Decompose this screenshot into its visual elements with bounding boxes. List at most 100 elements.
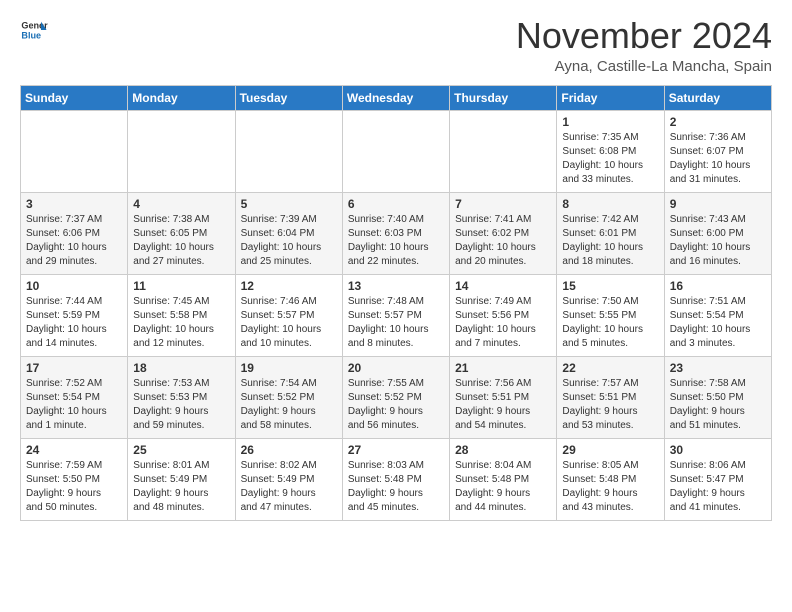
weekday-header-tuesday: Tuesday (235, 85, 342, 110)
calendar-cell: 21 Sunrise: 7:56 AM Sunset: 5:51 PM Dayli… (450, 356, 557, 438)
day-info: Sunrise: 8:02 AM Sunset: 5:49 PM Dayligh… (241, 459, 337, 515)
day-info: Sunrise: 7:48 AM Sunset: 5:57 PM Dayligh… (348, 295, 444, 351)
day-number: 21 (455, 361, 551, 375)
weekday-header-monday: Monday (128, 85, 235, 110)
day-number: 20 (348, 361, 444, 375)
day-number: 17 (26, 361, 122, 375)
day-number: 26 (241, 443, 337, 457)
day-info: Sunrise: 7:53 AM Sunset: 5:53 PM Dayligh… (133, 377, 229, 433)
calendar-cell: 5 Sunrise: 7:39 AM Sunset: 6:04 PM Daylig… (235, 192, 342, 274)
day-number: 2 (670, 115, 766, 129)
day-info: Sunrise: 7:37 AM Sunset: 6:06 PM Dayligh… (26, 213, 122, 269)
day-number: 19 (241, 361, 337, 375)
calendar-cell (128, 110, 235, 192)
day-info: Sunrise: 8:03 AM Sunset: 5:48 PM Dayligh… (348, 459, 444, 515)
calendar-cell: 15Sunrise: 7:50 AM Sunset: 5:55 PM Dayli… (557, 274, 664, 356)
month-title: November 2024 (516, 16, 772, 56)
day-info: Sunrise: 7:50 AM Sunset: 5:55 PM Dayligh… (562, 295, 658, 351)
calendar-cell (450, 110, 557, 192)
day-number: 16 (670, 279, 766, 293)
calendar-cell: 11 Sunrise: 7:45 AM Sunset: 5:58 PM Dayli… (128, 274, 235, 356)
day-info: Sunrise: 7:35 AM Sunset: 6:08 PM Dayligh… (562, 131, 658, 187)
calendar-cell: 6 Sunrise: 7:40 AM Sunset: 6:03 PM Daylig… (342, 192, 449, 274)
day-number: 18 (133, 361, 229, 375)
day-info: Sunrise: 7:42 AM Sunset: 6:01 PM Dayligh… (562, 213, 658, 269)
day-number: 27 (348, 443, 444, 457)
day-info: Sunrise: 8:05 AM Sunset: 5:48 PM Dayligh… (562, 459, 658, 515)
day-info: Sunrise: 7:52 AM Sunset: 5:54 PM Dayligh… (26, 377, 122, 433)
day-info: Sunrise: 7:38 AM Sunset: 6:05 PM Dayligh… (133, 213, 229, 269)
calendar-cell: 12 Sunrise: 7:46 AM Sunset: 5:57 PM Dayli… (235, 274, 342, 356)
day-info: Sunrise: 7:58 AM Sunset: 5:50 PM Dayligh… (670, 377, 766, 433)
day-info: Sunrise: 7:40 AM Sunset: 6:03 PM Dayligh… (348, 213, 444, 269)
weekday-header-wednesday: Wednesday (342, 85, 449, 110)
page-container: General Blue November 2024 Ayna, Castill… (0, 0, 792, 531)
day-info: Sunrise: 7:49 AM Sunset: 5:56 PM Dayligh… (455, 295, 551, 351)
day-number: 5 (241, 197, 337, 211)
day-info: Sunrise: 7:59 AM Sunset: 5:50 PM Dayligh… (26, 459, 122, 515)
day-number: 28 (455, 443, 551, 457)
calendar-cell: 29Sunrise: 8:05 AM Sunset: 5:48 PM Dayli… (557, 438, 664, 520)
day-info: Sunrise: 8:06 AM Sunset: 5:47 PM Dayligh… (670, 459, 766, 515)
svg-text:Blue: Blue (21, 30, 41, 40)
calendar-week-row: 3 Sunrise: 7:37 AM Sunset: 6:06 PM Daylig… (21, 192, 772, 274)
logo-icon: General Blue (20, 16, 48, 44)
calendar-cell: 20 Sunrise: 7:55 AM Sunset: 5:52 PM Dayli… (342, 356, 449, 438)
calendar-cell (21, 110, 128, 192)
day-info: Sunrise: 7:45 AM Sunset: 5:58 PM Dayligh… (133, 295, 229, 351)
day-info: Sunrise: 7:39 AM Sunset: 6:04 PM Dayligh… (241, 213, 337, 269)
day-info: Sunrise: 7:54 AM Sunset: 5:52 PM Dayligh… (241, 377, 337, 433)
calendar-week-row: 10 Sunrise: 7:44 AM Sunset: 5:59 PM Dayli… (21, 274, 772, 356)
calendar-cell: 7Sunrise: 7:41 AM Sunset: 6:02 PM Daylig… (450, 192, 557, 274)
day-number: 24 (26, 443, 122, 457)
day-number: 8 (562, 197, 658, 211)
calendar-cell: 28 Sunrise: 8:04 AM Sunset: 5:48 PM Dayli… (450, 438, 557, 520)
calendar-cell: 10 Sunrise: 7:44 AM Sunset: 5:59 PM Dayli… (21, 274, 128, 356)
day-info: Sunrise: 7:44 AM Sunset: 5:59 PM Dayligh… (26, 295, 122, 351)
calendar-cell: 25 Sunrise: 8:01 AM Sunset: 5:49 PM Dayli… (128, 438, 235, 520)
day-info: Sunrise: 7:43 AM Sunset: 6:00 PM Dayligh… (670, 213, 766, 269)
weekday-header-thursday: Thursday (450, 85, 557, 110)
day-number: 12 (241, 279, 337, 293)
calendar-cell: 23Sunrise: 7:58 AM Sunset: 5:50 PM Dayli… (664, 356, 771, 438)
calendar-cell: 22 Sunrise: 7:57 AM Sunset: 5:51 PM Dayli… (557, 356, 664, 438)
calendar-header-row: SundayMondayTuesdayWednesdayThursdayFrid… (21, 85, 772, 110)
day-info: Sunrise: 7:41 AM Sunset: 6:02 PM Dayligh… (455, 213, 551, 269)
calendar-cell: 27 Sunrise: 8:03 AM Sunset: 5:48 PM Dayli… (342, 438, 449, 520)
day-number: 11 (133, 279, 229, 293)
logo: General Blue (20, 16, 48, 44)
weekday-header-saturday: Saturday (664, 85, 771, 110)
calendar-cell: 24 Sunrise: 7:59 AM Sunset: 5:50 PM Dayli… (21, 438, 128, 520)
calendar-cell: 14 Sunrise: 7:49 AM Sunset: 5:56 PM Dayli… (450, 274, 557, 356)
calendar-cell: 4Sunrise: 7:38 AM Sunset: 6:05 PM Daylig… (128, 192, 235, 274)
calendar-week-row: 17 Sunrise: 7:52 AM Sunset: 5:54 PM Dayli… (21, 356, 772, 438)
header: General Blue November 2024 Ayna, Castill… (20, 16, 772, 75)
calendar-week-row: 1 Sunrise: 7:35 AM Sunset: 6:08 PM Daylig… (21, 110, 772, 192)
day-number: 30 (670, 443, 766, 457)
day-number: 6 (348, 197, 444, 211)
calendar-cell: 18 Sunrise: 7:53 AM Sunset: 5:53 PM Dayli… (128, 356, 235, 438)
calendar-cell: 26 Sunrise: 8:02 AM Sunset: 5:49 PM Dayli… (235, 438, 342, 520)
calendar-cell (235, 110, 342, 192)
weekday-header-friday: Friday (557, 85, 664, 110)
day-info: Sunrise: 7:55 AM Sunset: 5:52 PM Dayligh… (348, 377, 444, 433)
day-info: Sunrise: 7:46 AM Sunset: 5:57 PM Dayligh… (241, 295, 337, 351)
day-info: Sunrise: 7:57 AM Sunset: 5:51 PM Dayligh… (562, 377, 658, 433)
calendar-cell: 3 Sunrise: 7:37 AM Sunset: 6:06 PM Daylig… (21, 192, 128, 274)
day-number: 10 (26, 279, 122, 293)
day-info: Sunrise: 7:56 AM Sunset: 5:51 PM Dayligh… (455, 377, 551, 433)
day-number: 22 (562, 361, 658, 375)
calendar-cell: 2Sunrise: 7:36 AM Sunset: 6:07 PM Daylig… (664, 110, 771, 192)
day-number: 13 (348, 279, 444, 293)
day-info: Sunrise: 8:01 AM Sunset: 5:49 PM Dayligh… (133, 459, 229, 515)
calendar-table: SundayMondayTuesdayWednesdayThursdayFrid… (20, 85, 772, 521)
subtitle: Ayna, Castille-La Mancha, Spain (516, 58, 772, 75)
day-info: Sunrise: 8:04 AM Sunset: 5:48 PM Dayligh… (455, 459, 551, 515)
calendar-cell: 19 Sunrise: 7:54 AM Sunset: 5:52 PM Dayli… (235, 356, 342, 438)
day-info: Sunrise: 7:51 AM Sunset: 5:54 PM Dayligh… (670, 295, 766, 351)
day-number: 25 (133, 443, 229, 457)
day-number: 3 (26, 197, 122, 211)
day-number: 14 (455, 279, 551, 293)
day-number: 1 (562, 115, 658, 129)
calendar-cell (342, 110, 449, 192)
